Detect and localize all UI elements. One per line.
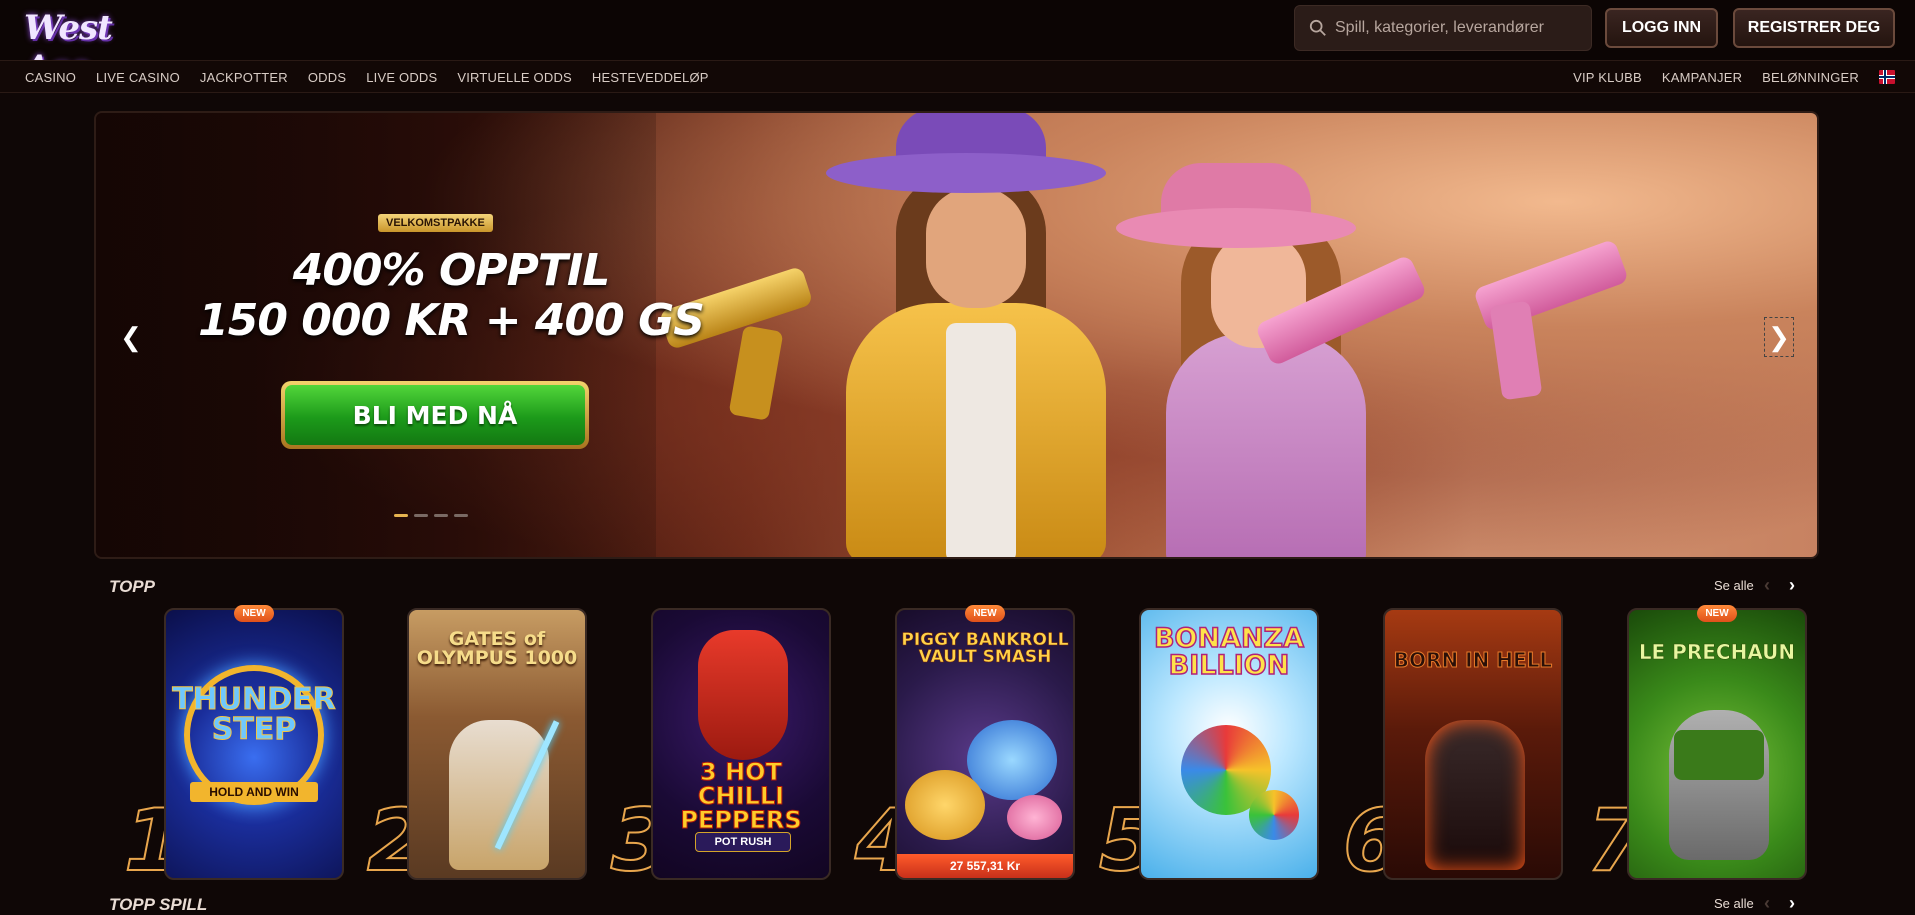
hero-headline-1: 400% OPPTIL [292,245,611,296]
game-card-thunder-step[interactable]: THUNDER STEP HOLD AND WIN [164,608,344,880]
game-tile[interactable]: 1 THUNDER STEP HOLD AND WIN NEW [123,605,344,885]
cowboy-shirt-graphic [946,323,1016,557]
hero-banner[interactable]: VELKOMSTPAKKE 400% OPPTIL 150 000 KR + 4… [94,111,1819,559]
game-card-le-prechaun[interactable]: LE PRECHAUN [1627,608,1807,880]
game-tile[interactable]: 5 BONANZA BILLION [1098,608,1319,885]
game-title: BORN IN HELL [1393,648,1553,672]
nav-jackpots[interactable]: JACKPOTTER [200,70,288,85]
chili-graphic [698,630,788,760]
candy-ball-graphic [1249,790,1299,840]
nav-right: VIP KLUBB KAMPANJER BELØNNINGER [1573,61,1895,93]
register-button[interactable]: REGISTRER DEG [1733,8,1895,48]
join-now-label: BLI MED NÅ [285,385,585,445]
new-badge: NEW [1697,605,1737,622]
cowboy-hat-brim-graphic [826,153,1106,193]
join-now-button[interactable]: BLI MED NÅ [281,381,589,449]
norway-flag-icon[interactable] [1879,70,1895,84]
cowboy-face-graphic [926,188,1026,308]
new-badge: NEW [965,605,1005,622]
game-card-3-hot-chilli-peppers[interactable]: 3 HOT CHILLI PEPPERS POT RUSH [651,608,831,880]
top-prev-arrow-icon[interactable]: ‹ [1764,575,1770,596]
cowgirl-hat-brim-graphic [1116,208,1356,248]
gold-gun-grip-graphic [728,325,784,421]
search-icon [1309,19,1326,36]
game-card-bonanza-billion[interactable]: BONANZA BILLION [1139,608,1319,880]
login-button[interactable]: LOGG INN [1605,8,1718,48]
see-all-top-link[interactable]: Se alle [1714,578,1754,593]
hero-pagination [394,514,468,517]
game-card-born-in-hell[interactable]: BORN IN HELL [1383,608,1563,880]
top-games-next-arrow-icon[interactable]: › [1789,893,1795,914]
gold-pig-graphic [905,770,985,840]
nav-rewards[interactable]: BELØNNINGER [1762,70,1859,85]
welcome-badge: VELKOMSTPAKKE [378,214,493,232]
nav-virtual-odds[interactable]: VIRTUELLE ODDS [457,70,572,85]
pink-gun-grip-graphic [1489,300,1543,401]
nav-live-casino[interactable]: LIVE CASINO [96,70,180,85]
game-title: BONANZA BILLION [1153,623,1305,681]
game-title: LE PRECHAUN [1638,640,1796,664]
nav-live-odds[interactable]: LIVE ODDS [366,70,437,85]
game-tile[interactable]: 6 BORN IN HELL [1342,608,1563,885]
hero-headline-2: 150 000 KR + 400 GS [198,295,705,346]
game-title: THUNDER STEP [172,682,337,747]
game-title: PIGGY BANKROLL VAULT SMASH [901,630,1069,667]
top-games-row: 1 THUNDER STEP HOLD AND WIN NEW 2 GATES … [0,605,1915,885]
see-all-top-games-link[interactable]: Se alle [1714,896,1754,911]
nav-vip-club[interactable]: VIP KLUBB [1573,70,1642,85]
section-title-top-games: TOPP SPILL [109,895,208,914]
game-title: 3 HOT CHILLI PEPPERS [680,758,802,834]
hero-next-arrow-icon[interactable]: ❯ [1764,317,1794,357]
game-subtitle: HOLD AND WIN [190,782,318,802]
logo[interactable]: West Ace [24,4,154,88]
nav-campaigns[interactable]: KAMPANJER [1662,70,1742,85]
hero-dot-4[interactable] [454,514,468,517]
search-input[interactable] [1335,19,1585,37]
hero-dot-2[interactable] [414,514,428,517]
top-games-prev-arrow-icon[interactable]: ‹ [1764,893,1770,914]
green-outfit-graphic [1674,730,1764,780]
game-tile[interactable]: 4 PIGGY BANKROLL VAULT SMASH 27 557,31 K… [854,605,1075,885]
section-title-top: TOPP [109,577,155,596]
main-nav: CASINO LIVE CASINO JACKPOTTER ODDS LIVE … [0,60,1915,93]
new-badge: NEW [234,605,274,622]
nav-horse-racing[interactable]: HESTEVEDDELØP [592,70,709,85]
pink-pig-graphic [1007,795,1062,840]
game-tile[interactable]: 3 3 HOT CHILLI PEPPERS POT RUSH [610,608,831,885]
jackpot-amount: 27 557,31 Kr [897,854,1073,878]
game-subtitle: POT RUSH [695,832,791,852]
top-bar: West Ace LOGG INN REGISTRER DEG [0,0,1915,88]
game-title: GATES of OLYMPUS 1000 [416,628,578,669]
hero-prev-arrow-icon[interactable]: ❮ [116,317,146,357]
nav-left: CASINO LIVE CASINO JACKPOTTER ODDS LIVE … [25,61,729,93]
nav-odds[interactable]: ODDS [308,70,346,85]
search-box[interactable] [1294,5,1592,51]
game-tile[interactable]: 2 GATES of OLYMPUS 1000 [366,608,587,885]
game-card-gates-of-olympus[interactable]: GATES of OLYMPUS 1000 [407,608,587,880]
top-next-arrow-icon[interactable]: › [1789,575,1795,596]
hero-dot-1[interactable] [394,514,408,517]
cowgirl-jacket-graphic [1166,333,1366,557]
nav-casino[interactable]: CASINO [25,70,76,85]
demon-graphic [1425,720,1525,870]
game-tile[interactable]: 7 LE PRECHAUN NEW [1586,605,1807,885]
hero-dot-3[interactable] [434,514,448,517]
game-card-piggy-bankroll[interactable]: PIGGY BANKROLL VAULT SMASH 27 557,31 Kr [895,608,1075,880]
